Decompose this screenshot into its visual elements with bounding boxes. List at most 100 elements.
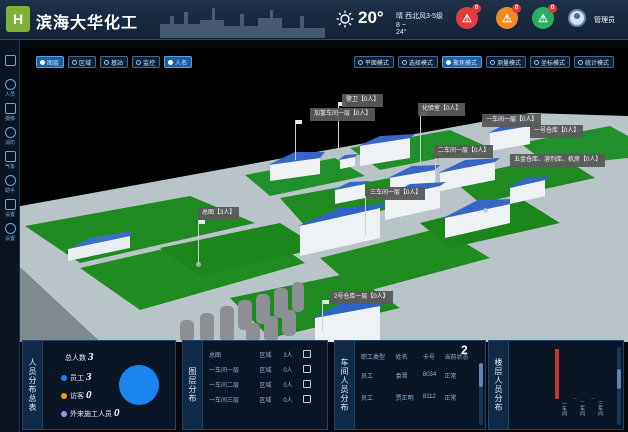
mode-coordinate[interactable]: 坐标模式 <box>529 56 570 68</box>
workshop-personnel-panel: 车间人员分布 2 职工类型 姓名 卡号 当前状态 员工 袁晋 8034 正常 员工 贾正明 81… <box>334 340 486 430</box>
toggle-person-name[interactable]: 人名 <box>164 56 193 68</box>
mode-focus[interactable]: 聚焦模式 <box>441 56 482 68</box>
floor-bar[interactable] <box>591 398 595 399</box>
toggle-base-station[interactable]: 基站 <box>100 56 129 68</box>
stat-employee: 员工 3 <box>61 371 92 383</box>
floor-bar[interactable] <box>573 398 577 399</box>
alarm-icon: ⚠ <box>462 12 472 25</box>
assistant-icon <box>4 175 16 186</box>
scene-label-lab[interactable]: 化验室【0人】 <box>418 103 466 116</box>
alarm-count-badge: 0 <box>472 4 481 13</box>
marker-flag <box>198 220 205 264</box>
scrollbar-thumb[interactable] <box>617 369 621 389</box>
toggle-dot-icon <box>136 59 142 65</box>
total-count: 总人数 3 <box>65 351 94 363</box>
table-row[interactable]: 一车间一层 区域 0人 <box>207 362 319 377</box>
scene-label-workshop-2[interactable]: 二车间一层【0人】 <box>434 145 494 158</box>
floor-label: 一车间 <box>561 401 567 416</box>
user-avatar[interactable] <box>568 9 586 27</box>
alarm-icon: ⚠ <box>538 12 548 25</box>
toggle-dot-icon <box>577 59 583 65</box>
toggle-layer[interactable]: 图层 <box>36 56 65 68</box>
toggle-area[interactable]: 区域 <box>68 56 97 68</box>
marker-flag <box>420 112 427 162</box>
mode-plane[interactable]: 平面模式 <box>353 56 394 68</box>
layer-checkbox[interactable] <box>303 364 312 373</box>
table-row[interactable]: 员工 贾正明 8112 正常 <box>359 386 477 408</box>
floor-personnel-panel: 楼层人员分布 一车间 二车间 三车间 <box>488 340 624 430</box>
personnel-pie-chart <box>119 365 159 405</box>
chart-scrollbar[interactable] <box>617 347 621 425</box>
scene-label-guard[interactable]: 警卫【0人】 <box>342 94 384 107</box>
toggle-dot-icon <box>40 59 45 65</box>
toggle-dot-icon <box>401 59 407 65</box>
table-row[interactable]: 一车间二层 区域 0人 <box>207 377 319 392</box>
toggle-dot-icon <box>104 59 110 65</box>
marker-flag <box>365 196 372 236</box>
personnel-summary-panel: 人员分布总表 总人数 3 员工 3 访客 0 外来施工人员 0 <box>22 340 176 430</box>
nav-item-personnel[interactable]: 人员 <box>0 76 20 102</box>
scene-label-site-plan[interactable]: 总图【3人】 <box>198 207 240 220</box>
toggle-dot-icon <box>445 59 451 65</box>
marker-flag <box>295 120 302 160</box>
weather-condition: 晴 西北风3-5级 <box>396 13 444 20</box>
panel-title: 图层分布 <box>188 367 197 403</box>
person-icon <box>4 79 16 90</box>
scene-label-warehouse-1[interactable]: 一号仓库【0人】 <box>530 125 584 138</box>
left-sidebar: 人员 摄像 消防 气象 助手 设置 设置 <box>0 40 20 432</box>
alarm-green-button[interactable]: ⚠ 0 <box>532 4 557 29</box>
layer-checkbox[interactable] <box>303 349 312 358</box>
nav-item-fire[interactable]: 消防 <box>0 124 20 150</box>
toggle-monitor[interactable]: 监控 <box>132 56 161 68</box>
table-scrollbar[interactable] <box>479 363 483 425</box>
toggle-dot-icon <box>168 59 174 65</box>
mode-statistics[interactable]: 统计模式 <box>573 56 614 68</box>
nav-item-weather[interactable]: 气象 <box>0 148 20 174</box>
scene-label-warehouse-2[interactable]: 2号仓库一层【0人】 <box>330 291 393 304</box>
factory-skyline-decoration <box>160 8 325 38</box>
table-header-row: 职工类型 姓名 卡号 当前状态 <box>361 355 469 361</box>
person-location-pin[interactable] <box>483 208 488 213</box>
nav-item-camera[interactable]: 摄像 <box>0 100 20 126</box>
stat-contractor: 外来施工人员 0 <box>61 407 120 419</box>
temperature-range: 8 ~ 24° <box>396 22 407 36</box>
scene-label-workshop-3[interactable]: 三车间一层【0人】 <box>366 187 426 200</box>
toggle-dot-icon <box>533 59 539 65</box>
table-row[interactable]: 总图 区域 3人 <box>207 347 319 362</box>
layer-toolbar: 图层 区域 基站 监控 人名 <box>36 56 193 68</box>
cloud-icon <box>4 151 16 162</box>
table-row[interactable]: 员工 袁晋 8034 正常 <box>359 364 477 386</box>
nav-item-list[interactable] <box>0 52 20 78</box>
company-logo: H <box>6 6 30 32</box>
floor-label: 二车间 <box>579 401 585 416</box>
gear-icon <box>4 223 16 234</box>
person-location-pin[interactable] <box>196 262 201 267</box>
nav-item-settings[interactable]: 设置 <box>0 196 20 222</box>
plant-model[interactable] <box>20 48 628 342</box>
nav-item-gear[interactable]: 设置 <box>0 220 20 246</box>
layer-checkbox[interactable] <box>303 379 312 388</box>
temperature: 20° <box>358 8 384 27</box>
layer-checkbox[interactable] <box>303 394 312 403</box>
legend-dot-icon <box>61 411 67 418</box>
3d-plant-view[interactable] <box>20 48 628 342</box>
alarm-red-button[interactable]: ⚠ 0 <box>456 4 481 29</box>
mode-measure[interactable]: 测量模式 <box>485 56 526 68</box>
scene-label-hardware-warehouse[interactable]: 五金仓库、溶剂库、机房【0人】 <box>510 154 606 167</box>
mode-select[interactable]: 选择模式 <box>397 56 438 68</box>
app-title: 滨海大华化工 <box>36 15 139 32</box>
camera-icon <box>4 103 16 114</box>
alarm-orange-button[interactable]: ⚠ 0 <box>496 4 521 29</box>
sun-icon <box>336 10 354 28</box>
scene-label-hydrogen-workshop[interactable]: 加氢车间一层【0人】 <box>310 108 376 121</box>
scrollbar-thumb[interactable] <box>479 363 483 387</box>
nav-item-assistant[interactable]: 助手 <box>0 172 20 198</box>
alarm-icon: ⚠ <box>502 12 512 25</box>
alarm-count-badge: 0 <box>512 4 521 13</box>
legend-dot-icon <box>61 393 67 400</box>
floor-bar[interactable] <box>555 349 559 399</box>
stat-visitor: 访客 0 <box>61 389 92 401</box>
list-icon <box>4 55 16 66</box>
table-row[interactable]: 一车间三层 区域 0人 <box>207 392 319 407</box>
user-name[interactable]: 管理员 <box>594 15 615 25</box>
